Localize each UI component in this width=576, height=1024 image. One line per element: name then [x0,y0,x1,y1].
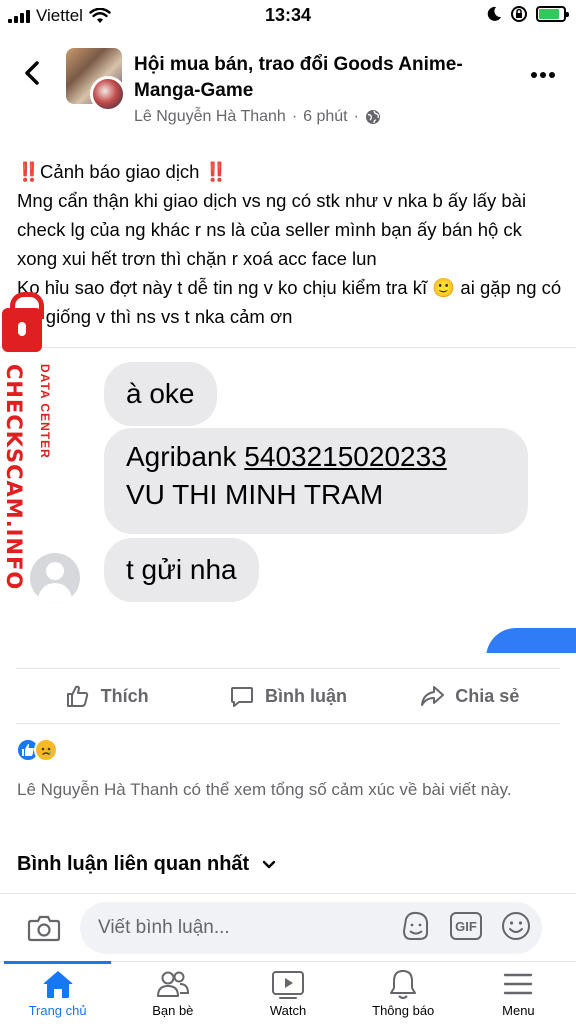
author-name[interactable]: Lê Nguyễn Hà Thanh [134,108,286,126]
bottom-tab-bar: Trang chủ Bạn bè Watch Thông báo Menu [0,961,576,1024]
composer-icons: GIF [398,908,534,944]
avatar-sticker-icon [402,911,428,940]
rotation-lock-icon [511,6,527,22]
account-holder: VU THI MINH TRAM [126,479,384,510]
tab-label: Bạn bè [152,1003,194,1018]
friends-icon [156,971,189,997]
comment-sort-label: Bình luận liên quan nhất [17,853,250,875]
group-name[interactable]: Hội mua bán, trao đổi Goods Anime-Manga-… [134,52,514,104]
chevron-down-icon [263,860,276,868]
gif-button[interactable]: GIF [450,912,482,940]
post-header: Hội mua bán, trao đổi Goods Anime-Manga-… [0,40,576,135]
tab-friends[interactable]: Bạn bè [115,962,230,1024]
watermark-main: CHECKSCAM.INFO [2,364,26,591]
comment-button[interactable]: Bình luận [197,669,378,723]
post-meta: Lê Nguyễn Hà Thanh · 6 phút · [134,108,381,126]
sad-reaction-icon [34,738,58,762]
tab-home[interactable]: Trang chủ [0,961,115,1024]
tab-label: Menu [502,1003,535,1018]
post-title-line: ‼️Cảnh báo giao dịch ‼️ [17,157,565,186]
avatar-sticker-button[interactable] [398,908,434,944]
battery-icon [536,6,569,22]
post-actions: Thích Bình luận Chia sẻ [16,668,560,724]
comment-label: Bình luận [264,685,347,706]
comment-icon [230,687,253,707]
watermark-sub: DATA CENTER [38,364,52,459]
chat-bubble-bank: Agribank 5403215020233 VU THI MINH TRAM [104,428,528,534]
more-horizontal-icon [531,72,555,78]
camera-icon [27,915,61,942]
tab-label: Trang chủ [28,1003,87,1018]
camera-button[interactable] [26,910,62,946]
tab-label: Watch [269,1003,307,1018]
bank-name: Agribank [126,441,237,472]
warning-emoji: ‼️ [204,161,228,182]
comment-sort-dropdown[interactable]: Bình luận liên quan nhất [17,853,277,876]
menu-icon [504,973,533,995]
status-bar: Viettel 13:34 [0,0,576,30]
emoji-icon [502,912,530,940]
watch-icon [272,971,304,999]
post-paragraph: Ko hỉu sao đợt này t dễ tin ng v ko chịu… [17,277,562,327]
tab-notifications[interactable]: Thông báo [346,962,461,1024]
post-time[interactable]: 6 phút [303,108,347,126]
status-icons [486,5,569,23]
moon-icon [487,6,501,21]
like-label: Thích [100,685,149,706]
comment-composer: Viết bình luận... GIF [0,893,576,961]
back-button[interactable] [18,58,48,88]
post-paragraph: Mng cẩn thận khi giao dịch vs ng có stk … [17,190,527,269]
like-button[interactable]: Thích [16,669,197,723]
emoji-button[interactable] [498,908,534,944]
chat-bubble: t gửi nha [104,538,259,602]
tab-menu[interactable]: Menu [461,962,576,1024]
reaction-visibility-note: Lê Nguyễn Hà Thanh có thể xem tổng số cả… [17,780,512,799]
home-icon [43,971,72,998]
battery-level [539,9,560,19]
watermark: CHECKSCAM.INFO DATA CENTER [2,364,52,590]
thumbs-up-icon [66,685,88,707]
share-icon [421,686,445,706]
share-label: Chia sẻ [455,685,520,706]
post-text: ‼️Cảnh báo giao dịch ‼️ Mng cẩn thận khi… [17,157,565,331]
chat-bubble: à oke [104,362,217,426]
chat-avatar [30,553,80,603]
outgoing-chat-bubble [486,628,576,653]
share-button[interactable]: Chia sẻ [379,669,560,723]
reaction-summary[interactable] [16,738,58,762]
more-options-button[interactable] [530,60,556,80]
globe-icon [365,110,380,124]
post-image[interactable]: à oke Agribank 5403215020233 VU THI MINH… [0,347,576,653]
bell-icon [390,970,417,999]
chevron-left-icon [25,61,39,85]
account-number: 5403215020233 [244,441,447,472]
warning-emoji: ‼️ [17,161,41,182]
tab-label: Thông báo [372,1003,435,1018]
lock-icon [2,292,44,352]
tab-watch[interactable]: Watch [230,962,345,1024]
author-avatar[interactable] [90,76,126,112]
post-title: Cảnh báo giao dịch [40,161,200,182]
